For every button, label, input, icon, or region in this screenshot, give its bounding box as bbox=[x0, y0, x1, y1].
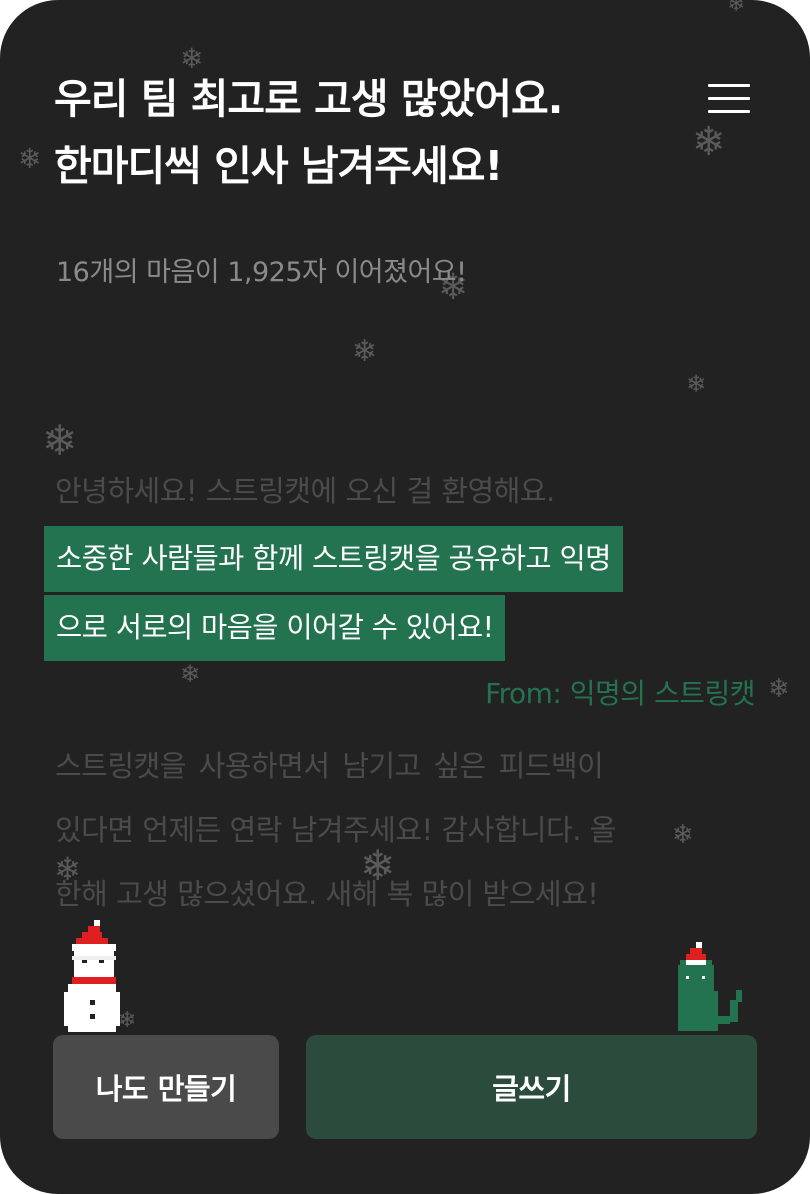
from-label: From: 익명의 스트링캣 bbox=[485, 677, 755, 710]
feedback-line-2: 있다면 언제든 연락 남겨주세요! 감사합니다. 올 bbox=[55, 813, 616, 847]
snowflake-icon: ❄ bbox=[352, 334, 378, 369]
highlight-line-2: 으로 서로의 마음을 이어갈 수 있어요! bbox=[44, 595, 506, 661]
feedback-line-3: 한해 고생 많으셨어요. 새해 복 많이 받으세요! bbox=[55, 877, 599, 911]
action-bar: 나도 만들기 글쓰기 bbox=[53, 1035, 757, 1139]
stats-text: 16개의 마음이 1,925자 이어졌어요! bbox=[56, 257, 467, 288]
title-line-1: 우리 팀 최고로 고생 많았어요. bbox=[54, 75, 563, 123]
title-line-2: 한마디씩 인사 남겨주세요! bbox=[54, 142, 503, 190]
write-button[interactable]: 글쓰기 bbox=[306, 1035, 757, 1139]
page-title: 우리 팀 최고로 고생 많았어요. 한마디씩 인사 남겨주세요! bbox=[54, 66, 694, 200]
snowflake-icon: ❄ bbox=[42, 416, 78, 465]
snowflake-icon: ❄ bbox=[768, 674, 790, 704]
highlight-line-1: 소중한 사람들과 함께 스트링캣을 공유하고 익명 bbox=[44, 526, 623, 592]
snowflake-icon: ❄ bbox=[180, 660, 201, 688]
make-my-own-button[interactable]: 나도 만들기 bbox=[53, 1035, 279, 1139]
snowflake-icon: ❄ bbox=[692, 119, 726, 165]
snowman-icon bbox=[64, 920, 120, 1032]
feedback-line-1: 스트링캣을 사용하면서 남기고 싶은 피드백이 bbox=[55, 749, 604, 783]
santa-cat-icon bbox=[678, 942, 742, 1031]
hamburger-menu-icon[interactable] bbox=[708, 84, 750, 116]
feedback-message: 스트링캣을 사용하면서 남기고 싶은 피드백이 있다면 언제든 연락 남겨주세요… bbox=[55, 734, 755, 926]
snowflake-icon: ❄ bbox=[727, 0, 746, 17]
snowflake-icon: ❄ bbox=[18, 142, 42, 175]
welcome-message: 안녕하세요! 스트링캣에 오신 걸 환영해요. bbox=[55, 474, 555, 508]
snowflake-icon: ❄ bbox=[686, 370, 707, 398]
highlighted-message: 소중한 사람들과 함께 스트링캣을 공유하고 익명 으로 서로의 마음을 이어갈… bbox=[44, 526, 623, 664]
app-screen: ❄ ❄ ❄ ❄ ❄ ❄ ❄ ❄ ❄ ❄ ❄ ❄ ❄ ❄ 우리 팀 최고로 고생 … bbox=[0, 0, 810, 1194]
